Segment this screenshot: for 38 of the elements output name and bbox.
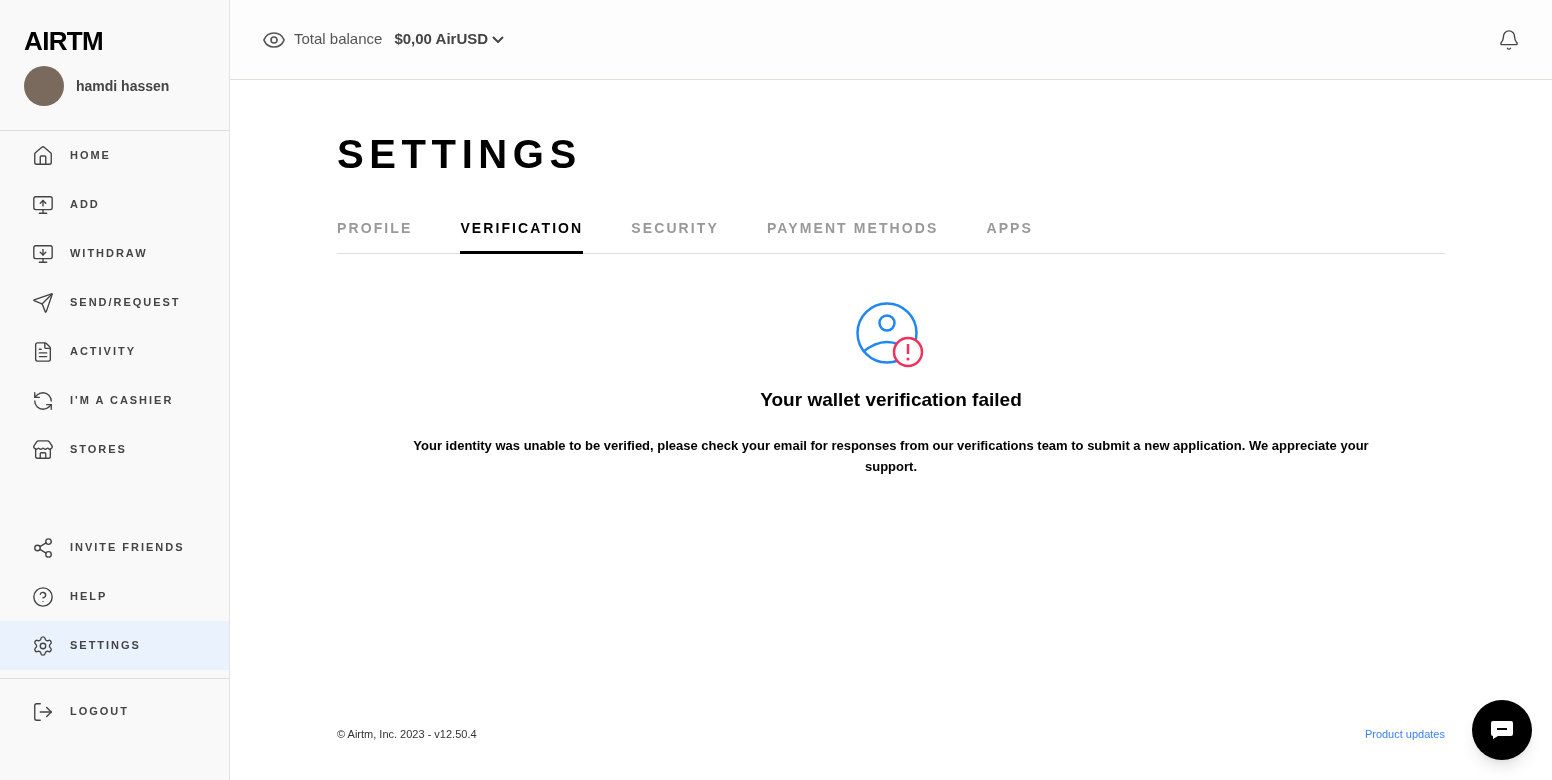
document-icon — [32, 340, 54, 363]
download-screen-icon — [32, 242, 54, 265]
notifications-icon[interactable] — [1498, 28, 1520, 51]
exchange-circles-icon — [32, 389, 54, 412]
avatar — [24, 66, 64, 106]
sidebar-item[interactable]: I'M A CASHIER — [0, 376, 229, 425]
chat-button[interactable] — [1472, 700, 1532, 760]
sidebar-item[interactable]: WITHDRAW — [0, 229, 229, 278]
help-icon — [32, 585, 54, 608]
logo: AIRTM — [24, 28, 105, 54]
balance-label: Total balance — [294, 29, 383, 50]
logout-icon — [32, 700, 54, 723]
logout-item[interactable]: LOGOUT — [0, 687, 229, 736]
sidebar-item[interactable]: HOME — [0, 131, 229, 180]
sidebar-item[interactable]: INVITE FRIENDS — [0, 523, 229, 572]
copyright-text: © Airtm, Inc. 2023 - v12.50.4 — [337, 726, 477, 742]
status-heading: Your wallet verification failed — [760, 388, 1022, 412]
user-warning-icon — [856, 302, 926, 370]
store-icon — [32, 438, 54, 461]
settings-tab[interactable]: VERIFICATION — [460, 218, 584, 254]
product-updates-link[interactable]: Product updates — [1364, 725, 1445, 742]
sidebar-item[interactable]: ADD — [0, 180, 229, 229]
home-icon — [32, 144, 54, 167]
send-icon — [32, 291, 54, 314]
balance-dropdown[interactable]: $0,00 AirUSD — [394, 28, 505, 51]
settings-icon — [32, 634, 54, 657]
sidebar-item[interactable]: HELP — [0, 572, 229, 621]
sidebar-item[interactable]: SETTINGS — [0, 621, 229, 670]
sidebar-item[interactable]: SEND/REQUEST — [0, 278, 229, 327]
page-title: SETTINGS — [337, 134, 583, 174]
upload-screen-icon — [32, 193, 54, 216]
chat-bubble-icon — [1490, 720, 1514, 740]
chevron-icon — [492, 36, 505, 43]
share-icon — [32, 536, 54, 559]
user-name: hamdi hassen — [76, 76, 170, 96]
sidebar-item[interactable]: STORES — [0, 425, 229, 474]
sidebar-item[interactable]: ACTIVITY — [0, 327, 229, 376]
status-message: Your identity was unable to be verified, please check your email for responses from our verifications team to submit a new application. We appreciate your support. — [412, 436, 1370, 476]
